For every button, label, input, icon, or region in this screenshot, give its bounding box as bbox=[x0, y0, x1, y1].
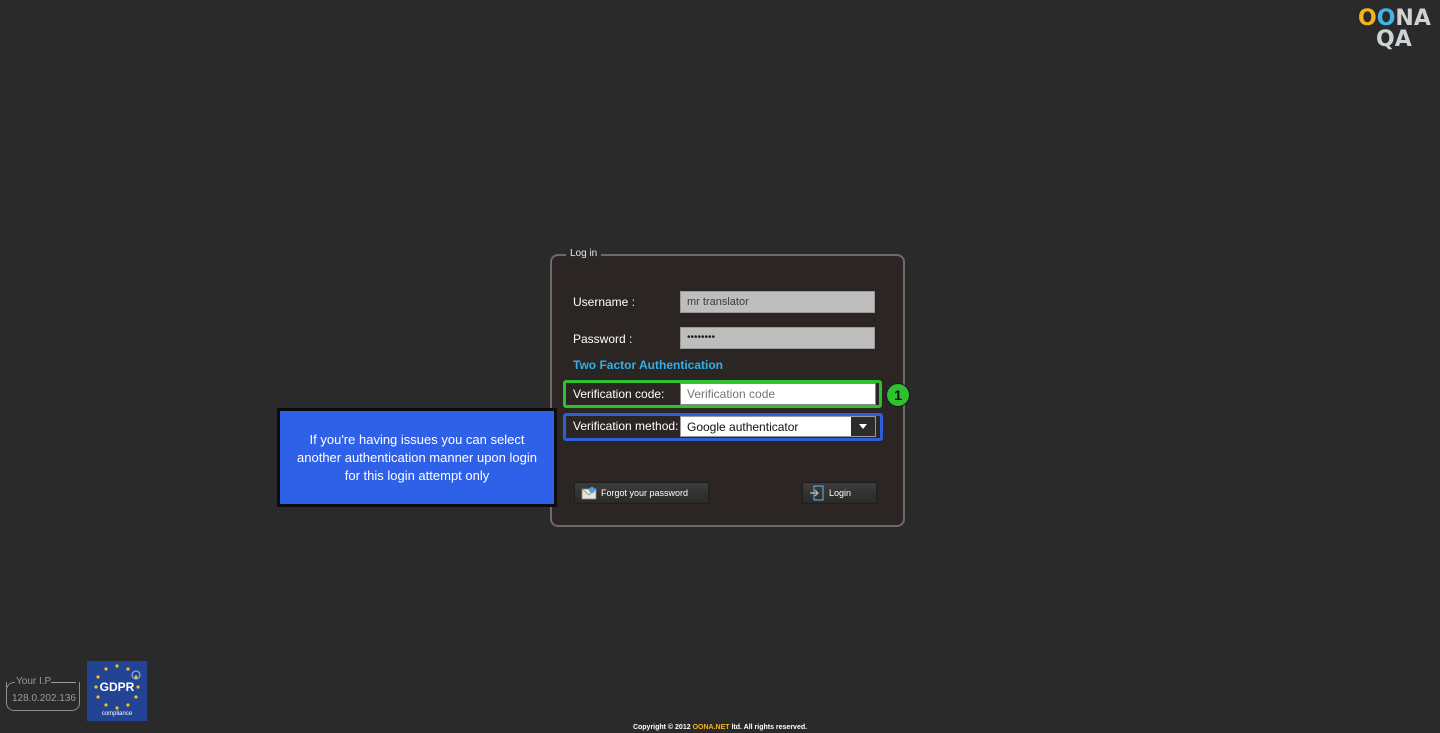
logo-letter-o2: O bbox=[1376, 6, 1396, 31]
login-button[interactable]: Login bbox=[802, 482, 877, 504]
password-label: Password : bbox=[573, 332, 633, 346]
ip-value: 128.0.202.136 bbox=[12, 693, 76, 704]
verification-code-label: Verification code: bbox=[573, 387, 665, 401]
chevron-down-icon bbox=[859, 424, 867, 429]
logo-row-1: O O NA bbox=[1358, 6, 1436, 31]
envelope-icon bbox=[581, 487, 597, 500]
gdpr-badge: GDPR compliance bbox=[87, 661, 147, 721]
copyright-footer: Copyright © 2012 OONA.NET ltd. All right… bbox=[0, 724, 1440, 731]
forgot-password-button[interactable]: Forgot your password bbox=[574, 482, 709, 504]
ip-address-box: Your I.P 128.0.202.136 bbox=[6, 676, 80, 711]
ip-label: Your I.P bbox=[16, 676, 52, 687]
login-legend: Log in bbox=[566, 248, 602, 259]
help-tooltip-text: If you're having issues you can select a… bbox=[297, 431, 537, 483]
copyright-suffix: ltd. All rights reserved. bbox=[729, 724, 808, 731]
logo-letter-o1: O bbox=[1358, 6, 1377, 31]
oona-qa-logo: O O NA QA bbox=[1358, 8, 1436, 52]
gdpr-subtitle: compliance bbox=[101, 711, 133, 717]
logo-letters-na: NA bbox=[1395, 6, 1431, 31]
verification-method-label: Verification method: bbox=[573, 419, 679, 433]
step-badge: 1 bbox=[886, 383, 910, 407]
logo-row-2: QA bbox=[1358, 27, 1436, 52]
dropdown-button[interactable] bbox=[851, 417, 875, 436]
verification-method-select[interactable]: Google authenticator bbox=[680, 416, 876, 437]
verification-method-value: Google authenticator bbox=[687, 420, 799, 434]
two-factor-title: Two Factor Authentication bbox=[573, 358, 723, 372]
copyright-brand: OONA.NET bbox=[692, 724, 730, 731]
gdpr-title: GDPR bbox=[99, 680, 135, 694]
copyright-prefix: Copyright © 2012 bbox=[632, 724, 693, 731]
password-field[interactable]: •••••••• bbox=[680, 327, 875, 349]
login-label: Login bbox=[829, 488, 852, 498]
username-label: Username : bbox=[573, 295, 636, 309]
login-panel: Log in Username : mr translator Password… bbox=[550, 248, 910, 527]
logo-letters-qa: QA bbox=[1376, 27, 1412, 52]
ip-divider bbox=[51, 682, 76, 683]
help-tooltip: If you're having issues you can select a… bbox=[277, 408, 557, 507]
forgot-password-label: Forgot your password bbox=[601, 488, 689, 498]
username-field[interactable]: mr translator bbox=[680, 291, 875, 313]
verification-code-input[interactable] bbox=[680, 383, 876, 405]
login-door-icon bbox=[810, 485, 824, 501]
